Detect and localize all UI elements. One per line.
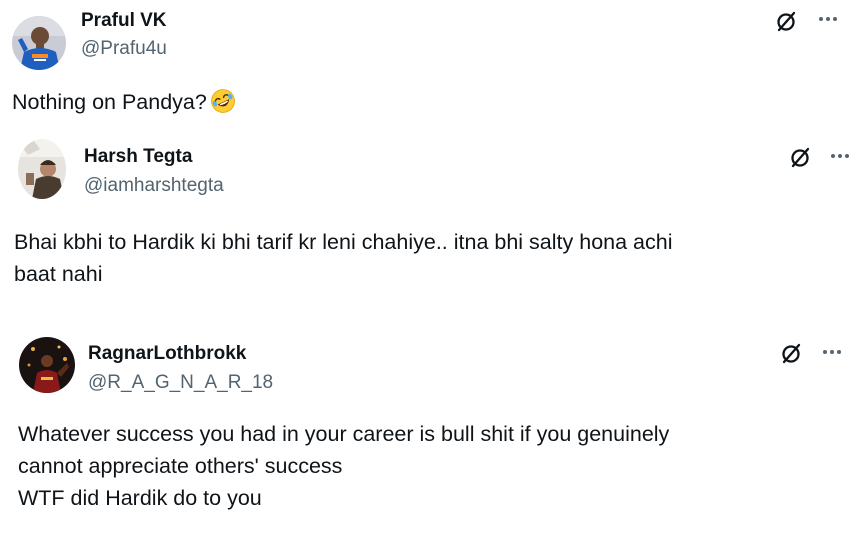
post-harsh: Harsh Tegta @iamharshtegta Bhai kbhi to … xyxy=(0,125,864,315)
handle[interactable]: @Prafu4u xyxy=(81,38,167,60)
more-options-icon[interactable] xyxy=(821,348,843,356)
display-name[interactable]: Harsh Tegta xyxy=(84,146,192,168)
handle[interactable]: @iamharshtegta xyxy=(84,175,224,197)
grok-icon[interactable] xyxy=(774,10,798,34)
post-text: Whatever success you had in your career … xyxy=(18,418,669,514)
display-name[interactable]: Praful VK xyxy=(81,10,167,32)
post-text-line: cannot appreciate others' success xyxy=(18,454,343,478)
post-text-line: Whatever success you had in your career … xyxy=(18,422,670,446)
post-praful: Praful VK @Prafu4u Nothing on Pandya? xyxy=(0,0,864,125)
post-text-line: baat nahi xyxy=(14,262,103,286)
handle[interactable]: @R_A_G_N_A_R_18 xyxy=(88,372,273,394)
post-text: Bhai kbhi to Hardik ki bhi tarif kr leni… xyxy=(14,226,672,290)
rolling-on-floor-laughing-emoji xyxy=(210,89,235,113)
post-ragnar: RagnarLothbrokk @R_A_G_N_A_R_18 Whatever… xyxy=(0,315,864,540)
grok-icon[interactable] xyxy=(788,146,812,170)
more-options-icon[interactable] xyxy=(829,152,851,160)
post-text-content: Nothing on Pandya? xyxy=(12,90,207,114)
post-text-line: Bhai kbhi to Hardik ki bhi tarif kr leni… xyxy=(14,230,673,254)
display-name[interactable]: RagnarLothbrokk xyxy=(88,343,246,365)
post-text-line: WTF did Hardik do to you xyxy=(18,486,262,510)
avatar-ragnar[interactable] xyxy=(19,337,75,393)
avatar-praful[interactable] xyxy=(12,16,66,70)
avatar-harsh[interactable] xyxy=(18,139,66,199)
post-text: Nothing on Pandya? xyxy=(12,86,236,118)
more-options-icon[interactable] xyxy=(817,15,839,23)
grok-icon[interactable] xyxy=(779,342,803,366)
